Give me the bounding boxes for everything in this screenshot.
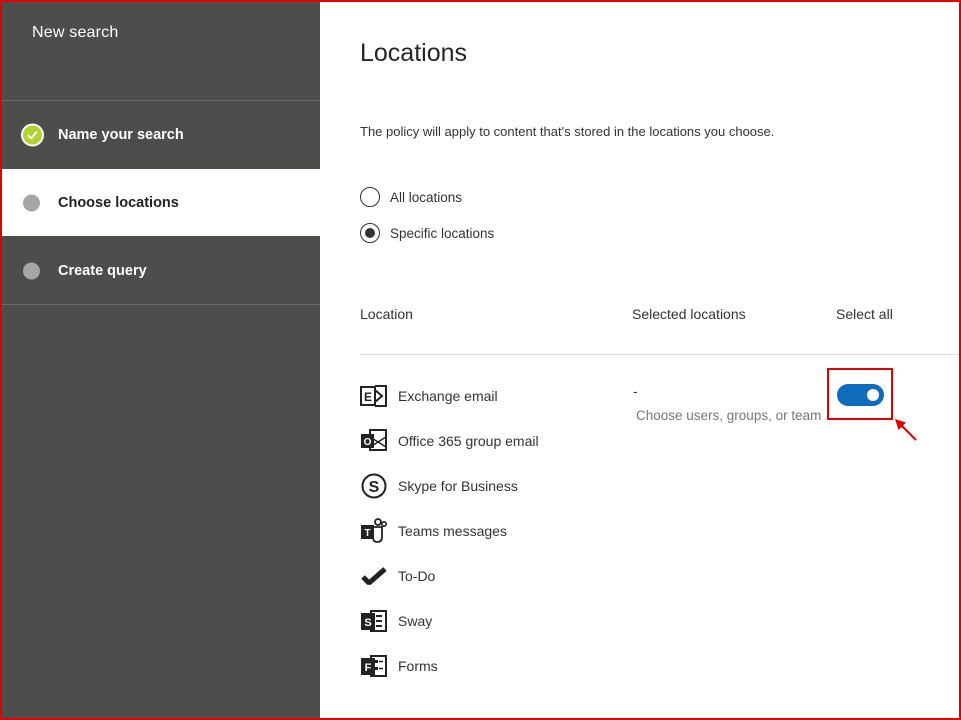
- radio-button[interactable]: [360, 223, 380, 243]
- exchange-icon: E: [360, 382, 388, 410]
- table-divider: [360, 354, 959, 355]
- step-choose-locations[interactable]: Choose locations: [2, 169, 320, 236]
- step-label: Choose locations: [58, 194, 179, 211]
- step-label: Create query: [58, 262, 147, 279]
- location-label: Sway: [398, 613, 433, 629]
- step-name-your-search[interactable]: Name your search: [2, 101, 320, 168]
- step-indicator-icon: [23, 262, 40, 279]
- svg-text:S: S: [364, 617, 371, 629]
- teams-icon: T: [360, 517, 388, 545]
- radio-label: All locations: [390, 189, 463, 205]
- step-create-query[interactable]: Create query: [2, 237, 320, 304]
- location-label: Exchange email: [398, 388, 498, 404]
- check-icon: [21, 123, 44, 146]
- page-title: Locations: [360, 39, 468, 67]
- page-description: The policy will apply to content that's …: [360, 124, 775, 139]
- column-header-location: Location: [360, 306, 413, 322]
- selected-locations-value: -: [633, 383, 638, 399]
- svg-text:E: E: [364, 390, 372, 404]
- highlight-box: [827, 368, 893, 420]
- toggle-knob: [867, 389, 879, 401]
- svg-text:S: S: [369, 479, 380, 496]
- location-row-skype-for-business: S Skype for Business: [360, 471, 518, 501]
- forms-icon: F: [360, 652, 388, 680]
- sidebar-title: New search: [32, 24, 119, 41]
- location-label: Office 365 group email: [398, 433, 539, 449]
- location-row-teams-messages: T Teams messages: [360, 516, 507, 546]
- location-label: Skype for Business: [398, 478, 518, 494]
- radio-button[interactable]: [360, 187, 380, 207]
- location-row-forms: F Forms: [360, 651, 438, 681]
- radio-specific-locations[interactable]: Specific locations: [360, 223, 494, 243]
- location-label: To-Do: [398, 568, 436, 584]
- column-header-select-all: Select all: [836, 306, 893, 322]
- sway-icon: S: [360, 607, 388, 635]
- radio-all-locations[interactable]: All locations: [360, 187, 462, 207]
- radio-label: Specific locations: [390, 225, 495, 241]
- location-label: Teams messages: [398, 523, 507, 539]
- svg-text:F: F: [365, 662, 372, 674]
- arrow-annotation-icon: [895, 419, 917, 441]
- step-label: Name your search: [58, 126, 184, 143]
- location-label: Forms: [398, 658, 438, 674]
- outlook-group-icon: O: [360, 427, 388, 455]
- svg-text:T: T: [364, 528, 370, 539]
- location-row-to-do: To-Do: [360, 561, 435, 591]
- column-header-selected-locations: Selected locations: [632, 306, 746, 322]
- location-row-exchange-email: E Exchange email: [360, 381, 498, 411]
- skype-icon: S: [360, 472, 388, 500]
- todo-icon: [360, 562, 388, 590]
- main-panel: Locations The policy will apply to conte…: [320, 2, 959, 718]
- location-row-sway: S Sway: [360, 606, 432, 636]
- select-all-toggle[interactable]: [837, 384, 884, 406]
- svg-text:O: O: [364, 437, 372, 448]
- wizard-sidebar: New search Name your search Choose locat…: [2, 2, 320, 718]
- step-indicator-icon: [23, 194, 40, 211]
- nav-divider: [2, 304, 320, 305]
- choose-users-link[interactable]: Choose users, groups, or teams: [636, 408, 822, 423]
- location-row-office-365-group-email: O Office 365 group email: [360, 426, 539, 456]
